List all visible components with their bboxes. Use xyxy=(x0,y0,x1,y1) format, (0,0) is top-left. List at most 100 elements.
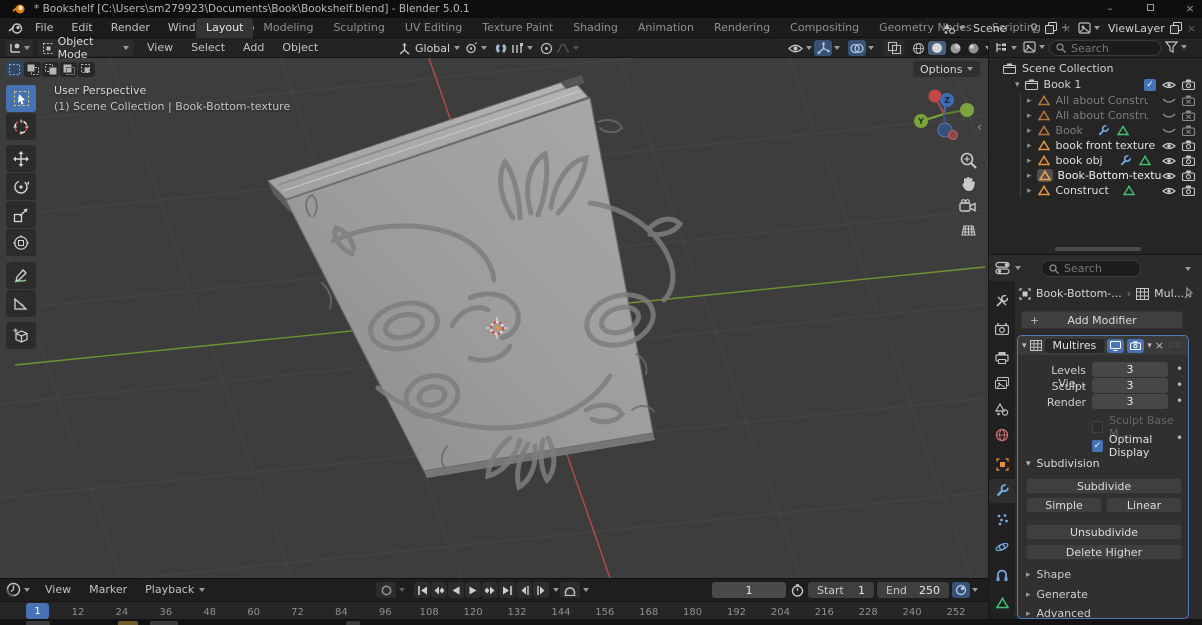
frame-step-caret[interactable] xyxy=(553,588,559,592)
modifier-close-icon[interactable]: × xyxy=(1155,339,1164,352)
outliner-row-construct[interactable]: ▸ Construct xyxy=(989,183,1202,198)
tool-scale[interactable] xyxy=(6,201,36,228)
workspace-tab-rendering[interactable]: Rendering xyxy=(704,18,780,38)
eye-closed-icon[interactable] xyxy=(1162,97,1176,105)
breadcrumb-modifier[interactable]: Mul... xyxy=(1154,287,1184,300)
auto-keying-caret[interactable] xyxy=(399,588,405,592)
tab-physics[interactable] xyxy=(989,535,1015,559)
camera-icon[interactable] xyxy=(1182,185,1195,196)
modifier-display-viewport-toggle[interactable] xyxy=(1107,339,1124,353)
new-scene-icon[interactable] xyxy=(1045,22,1057,34)
tab-scene[interactable] xyxy=(989,397,1015,421)
tab-view-layer[interactable] xyxy=(989,371,1015,395)
tool-rotate[interactable] xyxy=(6,173,36,200)
expand-chevron-icon[interactable]: ▸ xyxy=(1027,141,1032,151)
tab-object-data[interactable] xyxy=(989,591,1015,615)
scene-selector[interactable]: Scene × xyxy=(942,20,1071,36)
tab-output[interactable] xyxy=(989,345,1015,369)
workspace-tab-layout[interactable]: Layout xyxy=(196,18,253,38)
subdivision-panel-header[interactable]: ▾ Subdivision xyxy=(1026,457,1100,470)
camera-icon[interactable] xyxy=(1182,170,1195,181)
advanced-panel-header[interactable]: ▸ Advanced xyxy=(1026,607,1091,619)
blender-menu-icon[interactable] xyxy=(8,22,24,35)
show-object-types-button[interactable] xyxy=(788,40,812,56)
new-viewlayer-icon[interactable] xyxy=(1170,22,1182,34)
menu-select[interactable]: Select xyxy=(182,38,234,58)
shading-solid-button[interactable] xyxy=(928,41,946,55)
unsubdivide-button[interactable]: Unsubdivide xyxy=(1026,524,1182,540)
proportional-edit-button[interactable] xyxy=(540,40,579,56)
tab-world[interactable] xyxy=(989,423,1015,447)
modifier-display-render-toggle[interactable] xyxy=(1127,339,1144,353)
modifier-extras-caret[interactable]: ▾ xyxy=(1147,341,1152,351)
expand-chevron-icon[interactable]: ▸ xyxy=(1027,111,1032,121)
pin-icon[interactable] xyxy=(1029,23,1039,34)
animate-dot[interactable]: • xyxy=(1176,380,1183,390)
current-frame-field[interactable]: 1 xyxy=(712,582,786,598)
outliner-filter-button[interactable] xyxy=(1165,41,1187,53)
shading-material-button[interactable] xyxy=(947,41,964,56)
shading-rendered-button[interactable] xyxy=(965,41,982,56)
shading-wireframe-button[interactable] xyxy=(910,41,927,56)
auto-keying-toggle[interactable] xyxy=(376,582,396,598)
close-button[interactable]: × xyxy=(1178,2,1202,16)
eye-closed-icon[interactable] xyxy=(1162,127,1176,135)
snapping-button[interactable] xyxy=(494,40,533,56)
play-button[interactable] xyxy=(465,582,481,598)
timeline-menu-view[interactable]: View xyxy=(36,580,80,600)
outliner-label[interactable]: All about Construct bo xyxy=(1056,94,1148,107)
pivot-point-button[interactable] xyxy=(464,40,487,56)
subdivide-button[interactable]: Subdivide xyxy=(1026,478,1182,494)
tool-measure[interactable] xyxy=(6,290,36,317)
outliner-label[interactable]: Book 1 xyxy=(1044,78,1082,91)
tool-select-box[interactable] xyxy=(6,85,36,112)
outliner-row-book-bottom-texture[interactable]: ▸ Book-Bottom-texture xyxy=(989,168,1202,183)
frame-forward-button[interactable] xyxy=(533,582,549,598)
animate-dot[interactable]: • xyxy=(1176,433,1183,443)
mode-selector[interactable]: Object Mode xyxy=(38,40,134,56)
camera-icon[interactable] xyxy=(1182,155,1195,166)
outliner-row-all-about-2[interactable]: ▸ All about Construct bo xyxy=(989,108,1202,123)
select-mode-set[interactable] xyxy=(6,62,23,77)
expand-chevron-icon[interactable]: ▸ xyxy=(1027,156,1032,166)
outliner-row-book[interactable]: ▸ Book xyxy=(989,123,1202,138)
modifier-drag-handle[interactable]: ⁙⁙ xyxy=(1167,341,1182,350)
simple-button[interactable]: Simple xyxy=(1026,497,1102,513)
keyframe-insert-button[interactable] xyxy=(952,582,970,598)
eye-icon[interactable] xyxy=(1162,186,1176,196)
animate-dot[interactable]: • xyxy=(1176,364,1183,374)
camera-icon[interactable] xyxy=(1182,140,1195,151)
optimal-display-checkbox[interactable]: ✓ xyxy=(1092,440,1103,452)
overlays-toggle[interactable] xyxy=(848,40,874,56)
workspace-tab-uv-editing[interactable]: UV Editing xyxy=(395,18,472,38)
optimal-display-row[interactable]: ✓ Optimal Display xyxy=(1092,433,1188,459)
menu-add[interactable]: Add xyxy=(234,38,273,58)
timeline-menu-marker[interactable]: Marker xyxy=(80,580,136,600)
outliner-label[interactable]: Construct xyxy=(1056,184,1109,197)
outliner-row-book1[interactable]: ▾ Book 1 ✓ xyxy=(989,77,1202,92)
animate-dot[interactable]: • xyxy=(1176,396,1183,406)
end-frame-field[interactable]: End 250 xyxy=(877,582,949,598)
viewport-options-button[interactable]: Options xyxy=(913,61,980,77)
prev-keyframe-button[interactable] xyxy=(431,582,447,598)
outliner-row-book-obj[interactable]: ▸ book obj xyxy=(989,153,1202,168)
linear-button[interactable]: Linear xyxy=(1106,497,1182,513)
expand-chevron-icon[interactable]: ▸ xyxy=(1027,126,1032,136)
menu-object[interactable]: Object xyxy=(273,38,327,58)
tool-annotate[interactable] xyxy=(6,262,36,289)
timeline-editor-type-button[interactable] xyxy=(6,582,30,597)
workspace-tab-shading[interactable]: Shading xyxy=(563,18,628,38)
shape-panel-header[interactable]: ▸ Shape xyxy=(1026,568,1071,581)
eye-icon[interactable] xyxy=(1162,156,1176,166)
add-modifier-button[interactable]: + Add Modifier xyxy=(1021,311,1183,329)
outliner-label[interactable]: book obj xyxy=(1056,154,1103,167)
outliner-label[interactable]: All about Construct bo xyxy=(1056,109,1148,122)
generate-panel-header[interactable]: ▸ Generate xyxy=(1026,588,1088,601)
delete-higher-button[interactable]: Delete Higher xyxy=(1026,544,1182,560)
delete-scene-icon[interactable]: × xyxy=(1062,22,1071,35)
viewlayer-selector[interactable]: ViewLayer × xyxy=(1078,20,1196,36)
tool-move[interactable] xyxy=(6,145,36,172)
properties-search[interactable]: Search xyxy=(1041,260,1141,277)
tab-tool[interactable] xyxy=(989,289,1015,313)
workspace-tab-modeling[interactable]: Modeling xyxy=(253,18,323,38)
